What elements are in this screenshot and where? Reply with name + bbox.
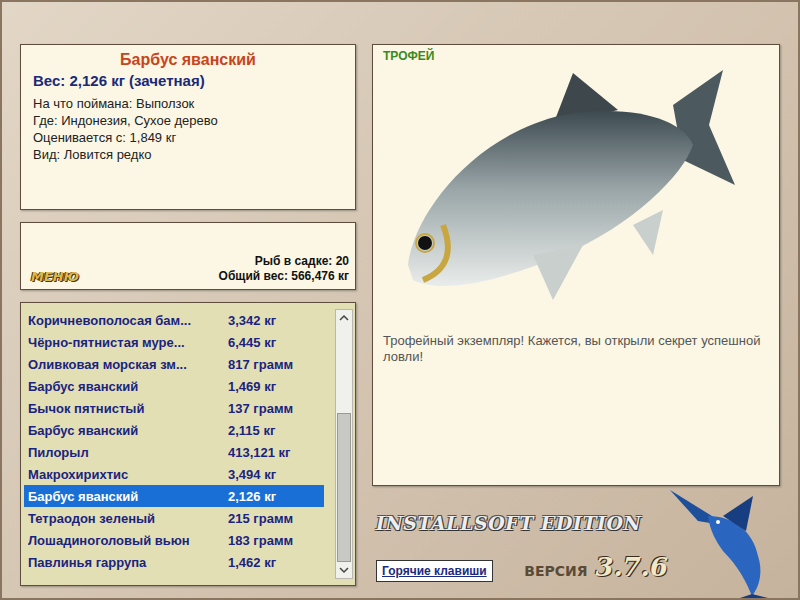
scroll-thumb[interactable] [337, 413, 351, 562]
catch-weight: 2,126 кг [228, 489, 276, 504]
menu-button[interactable]: МЕНЮ [31, 269, 79, 284]
catch-weight: 1,462 кг [228, 555, 276, 570]
catch-name: Пилорыл [28, 445, 228, 460]
fish-card: Барбус яванский Вес: 2,126 кг (зачетная) Н… [20, 44, 356, 210]
scroll-down-icon[interactable] [336, 562, 352, 578]
catch-name: Бычок пятнистый [28, 401, 228, 416]
catch-name: Лошадиноголовый вьюн [28, 533, 228, 548]
catch-name: Барбус яванский [28, 423, 228, 438]
version-number: 3.7.6 [596, 552, 668, 582]
catch-row[interactable]: Коричневополосая бам...3,342 кг [24, 309, 324, 331]
trophy-message: Трофейный экземпляр! Кажется, вы открыли… [383, 333, 769, 365]
fish-count: Рыб в садке: 20 [219, 254, 349, 269]
version-label: ВЕРСИЯ [524, 563, 587, 579]
catch-name: Оливковая морская зм... [28, 357, 228, 372]
catch-row[interactable]: Оливковая морская зм...817 грамм [24, 353, 324, 375]
catch-weight: 3,342 кг [228, 313, 276, 328]
version: ВЕРСИЯ 3.7.6 [524, 552, 668, 582]
catch-name: Барбус яванский [28, 489, 228, 504]
catch-weight: 817 грамм [228, 357, 293, 372]
fish-detail: Где: Индонезия, Сухое дерево [33, 112, 343, 129]
fish-detail: Оценивается с: 1,849 кг [33, 129, 343, 146]
left-column: Барбус яванский Вес: 2,126 кг (зачетная) Н… [20, 44, 356, 598]
footer-row: Горячие клавиши ВЕРСИЯ 3.7.6 [376, 552, 668, 582]
right-column: ТРОФЕЙ Трофейный экземпляр! Кажется, вы о… [372, 44, 780, 598]
catch-row[interactable]: Барбус яванский2,115 кг [24, 419, 324, 441]
marlin-icon [668, 486, 780, 598]
fish-weight: Вес: 2,126 кг (зачетная) [33, 72, 343, 89]
catch-weight: 2,115 кг [228, 423, 275, 438]
catch-weight: 6,445 кг [228, 335, 276, 350]
catch-row[interactable]: Барбус яванский2,126 кг [24, 485, 324, 507]
catch-name: Коричневополосая бам... [28, 313, 228, 328]
fish-detail: Вид: Ловится редко [33, 146, 343, 163]
catch-row[interactable]: Бычок пятнистый137 грамм [24, 397, 324, 419]
catch-weight: 183 грамм [228, 533, 293, 548]
catch-weight: 413,121 кг [228, 445, 291, 460]
catch-weight: 137 грамм [228, 401, 293, 416]
catch-name: Чёрно-пятнистая муре... [28, 335, 228, 350]
fish-icon [383, 65, 769, 315]
hotkeys-button[interactable]: Горячие клавиши [376, 560, 493, 582]
scrollbar[interactable] [335, 309, 353, 579]
keepnet-panel: МЕНЮ Рыб в садке: 20Общий вес: 566,476 кг [20, 222, 356, 290]
trophy-panel: ТРОФЕЙ Трофейный экземпляр! Кажется, вы о… [372, 44, 780, 486]
scroll-up-icon[interactable] [336, 310, 352, 326]
footer: INSTALLSOFT EDITION Горячие клавиши ВЕРСИЯ… [372, 486, 780, 598]
footer-main: INSTALLSOFT EDITION Горячие клавиши ВЕРСИЯ… [372, 486, 668, 598]
fish-detail: На что поймана: Выползок [33, 95, 343, 112]
catch-row[interactable]: Павлинья гаррупа1,462 кг [24, 551, 324, 573]
catch-name: Тетраодон зеленый [28, 511, 228, 526]
fish-title: Барбус яванский [33, 51, 343, 69]
game-screen: Барбус яванский Вес: 2,126 кг (зачетная) Н… [0, 0, 800, 600]
catch-row[interactable]: Макрохирихтис3,494 кг [24, 463, 324, 485]
catch-name: Макрохирихтис [28, 467, 228, 482]
catch-list: Коричневополосая бам...3,342 кгЧёрно-пят… [20, 302, 356, 586]
scroll-track[interactable] [336, 326, 352, 562]
catch-row[interactable]: Пилорыл413,121 кг [24, 441, 324, 463]
catch-rows: Коричневополосая бам...3,342 кгЧёрно-пят… [24, 309, 324, 579]
catch-row[interactable]: Лошадиноголовый вьюн183 грамм [24, 529, 324, 551]
catch-name: Павлинья гаррупа [28, 555, 228, 570]
edition-logo: INSTALLSOFT EDITION [376, 512, 668, 534]
catch-weight: 215 грамм [228, 511, 293, 526]
catch-row[interactable]: Тетраодон зеленый215 грамм [24, 507, 324, 529]
trophy-badge: ТРОФЕЙ [383, 49, 769, 63]
catch-row[interactable]: Чёрно-пятнистая муре...6,445 кг [24, 331, 324, 353]
catch-row[interactable]: Барбус яванский1,469 кг [24, 375, 324, 397]
keepnet-stats: Рыб в садке: 20Общий вес: 566,476 кг [219, 254, 349, 284]
catch-weight: 1,469 кг [228, 379, 276, 394]
catch-weight: 3,494 кг [228, 467, 276, 482]
catch-name: Барбус яванский [28, 379, 228, 394]
total-weight: Общий вес: 566,476 кг [219, 269, 349, 284]
